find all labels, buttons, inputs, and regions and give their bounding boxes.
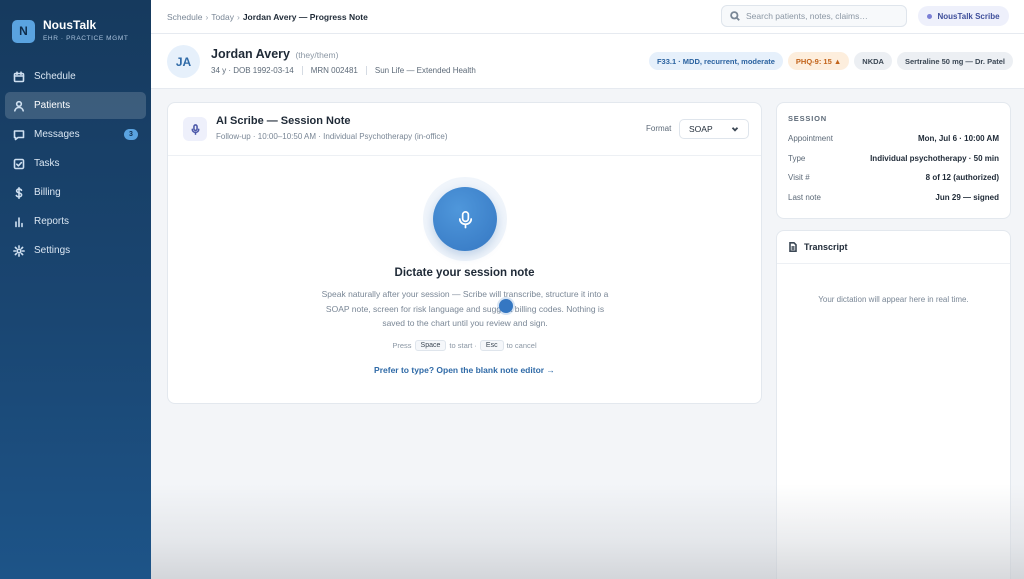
- scribe-label: NousTalk Scribe: [937, 11, 1000, 21]
- topbar: Schedule › Today › Jordan Avery — Progress N…: [151, 0, 1024, 34]
- sidebar: N NousTalk EHR · PRACTICE MGMT Schedule …: [0, 0, 151, 579]
- sidebar-item-patients[interactable]: Patients: [5, 92, 146, 119]
- phq-tag[interactable]: PHQ-9: 15 ▲: [787, 52, 850, 70]
- dollar-icon: [13, 186, 25, 199]
- brand: N NousTalk EHR · PRACTICE MGMT: [0, 0, 151, 48]
- gear-icon: [13, 244, 25, 257]
- mic-icon: [456, 210, 475, 229]
- session-key: Type: [788, 153, 806, 163]
- transcript-header: Transcript: [777, 231, 1010, 264]
- session-key: Visit #: [788, 173, 810, 182]
- hint-to-start: to start ·: [449, 341, 477, 350]
- hint-press: Press: [392, 341, 412, 350]
- esc-key: Esc: [479, 340, 504, 351]
- patient-name-text: Jordan Avery: [211, 47, 290, 61]
- patient-tags: F33.1 · MDD, recurrent, moderate PHQ-9: …: [648, 52, 1013, 70]
- patient-mrn: MRN 002481: [310, 66, 358, 75]
- sidebar-item-reports[interactable]: Reports: [5, 208, 146, 235]
- patient-age-dob: 34 y · DOB 1992-03-14: [211, 66, 294, 75]
- brand-logo[interactable]: N: [12, 19, 35, 43]
- sidebar-item-messages[interactable]: Messages 3: [5, 121, 146, 148]
- format-label: Format: [646, 124, 672, 133]
- keyboard-hint: Press Space to start · Esc to cancel: [168, 340, 761, 351]
- sidebar-item-label: Settings: [34, 245, 71, 256]
- hint-to-cancel: to cancel: [506, 341, 537, 350]
- divider: [365, 66, 367, 75]
- session-row: Visit # 8 of 12 (authorized): [788, 173, 999, 193]
- note-header: AI Scribe — Session Note Follow-up · 10:…: [168, 103, 761, 156]
- dictate-description: Speak naturally after your session — Scr…: [321, 289, 609, 328]
- note-title: AI Scribe — Session Note: [216, 115, 351, 127]
- patient-meta: 34 y · DOB 1992-03-14 MRN 002481 Sun Lif…: [211, 66, 476, 75]
- session-value: Mon, Jul 6 · 10:00 AM: [917, 134, 999, 143]
- document-icon: [788, 242, 804, 252]
- patient-insurance: Sun Life — Extended Health: [374, 66, 476, 75]
- sidebar-item-settings[interactable]: Settings: [5, 237, 146, 264]
- session-row: Last note Jun 29 — signed: [788, 193, 999, 213]
- calendar-icon: [13, 70, 25, 83]
- avatar: JA: [167, 45, 200, 78]
- session-card: SESSION Appointment Mon, Jul 6 · 10:00 AM…: [776, 102, 1011, 219]
- dictate-title: Dictate your session note: [394, 267, 535, 279]
- sidebar-item-label: Patients: [34, 100, 71, 111]
- search-input[interactable]: [746, 11, 896, 21]
- session-value: Jun 29 — signed: [935, 192, 999, 202]
- patient-header: JA Jordan Avery (they/them) 34 y · DOB 1…: [151, 34, 1024, 89]
- transcript-empty-state: Your dictation will appear here in real …: [818, 295, 969, 304]
- status-dot: [927, 13, 933, 19]
- message-icon: [13, 129, 25, 141]
- sidebar-item-label: Schedule: [34, 71, 76, 82]
- medication-tag[interactable]: Sertraline 50 mg — Dr. Patel: [896, 52, 1013, 70]
- session-key: Appointment: [788, 134, 833, 143]
- transcript-heading: Transcript: [804, 242, 848, 252]
- messages-badge: 3: [124, 129, 138, 140]
- breadcrumb: Schedule › Today › Jordan Avery — Progress N…: [167, 11, 368, 22]
- session-key: Last note: [788, 192, 821, 202]
- patient-pronouns: (they/them): [295, 50, 339, 60]
- session-row: Appointment Mon, Jul 6 · 10:00 AM: [788, 134, 999, 154]
- chevron-down-icon: [731, 125, 739, 133]
- user-icon: [13, 100, 25, 112]
- sidebar-item-schedule[interactable]: Schedule: [5, 63, 146, 90]
- format-select[interactable]: SOAP: [679, 119, 749, 139]
- cursor-indicator: [499, 299, 513, 313]
- mic-icon: [183, 117, 207, 141]
- session-row: Type Individual psychotherapy · 50 min: [788, 154, 999, 174]
- scribe-note-card: AI Scribe — Session Note Follow-up · 10:…: [167, 102, 762, 404]
- allergy-tag[interactable]: NKDA: [854, 52, 892, 70]
- transcript-card: Transcript Your dictation will appear he…: [776, 230, 1011, 579]
- space-key: Space: [414, 340, 447, 351]
- breadcrumb-current: Jordan Avery — Progress Note: [242, 11, 368, 22]
- bar-chart-icon: [13, 216, 25, 228]
- sidebar-item-label: Messages: [34, 129, 80, 140]
- note-subtitle: Follow-up · 10:00–10:50 AM · Individual …: [216, 132, 448, 141]
- session-value: Individual psychotherapy · 50 min: [870, 153, 999, 163]
- record-button[interactable]: [433, 187, 497, 251]
- sidebar-nav: Schedule Patients Messages 3 Tasks Billi…: [0, 63, 151, 264]
- patient-name: Jordan Avery (they/them): [211, 47, 338, 61]
- sidebar-item-label: Reports: [34, 216, 70, 227]
- brand-subtitle: EHR · PRACTICE MGMT: [43, 35, 129, 42]
- sidebar-item-billing[interactable]: Billing: [5, 179, 146, 206]
- search-icon: [730, 11, 746, 21]
- session-heading: SESSION: [788, 114, 827, 123]
- diagnosis-tag[interactable]: F33.1 · MDD, recurrent, moderate: [648, 52, 783, 70]
- checkbox-icon: [13, 158, 25, 170]
- brand-name: NousTalk: [43, 18, 97, 32]
- sidebar-item-label: Tasks: [34, 158, 60, 169]
- blank-note-link[interactable]: Prefer to type? Open the blank note edit…: [168, 365, 761, 375]
- session-value: 8 of 12 (authorized): [925, 173, 999, 182]
- breadcrumb-today[interactable]: Today: [211, 12, 234, 22]
- scribe-status-pill[interactable]: NousTalk Scribe: [918, 6, 1009, 26]
- sidebar-item-label: Billing: [34, 187, 61, 198]
- breadcrumb-schedule[interactable]: Schedule: [167, 12, 202, 22]
- divider: [301, 66, 303, 75]
- search-box[interactable]: [721, 5, 907, 27]
- format-value: SOAP: [689, 124, 713, 134]
- sidebar-item-tasks[interactable]: Tasks: [5, 150, 146, 177]
